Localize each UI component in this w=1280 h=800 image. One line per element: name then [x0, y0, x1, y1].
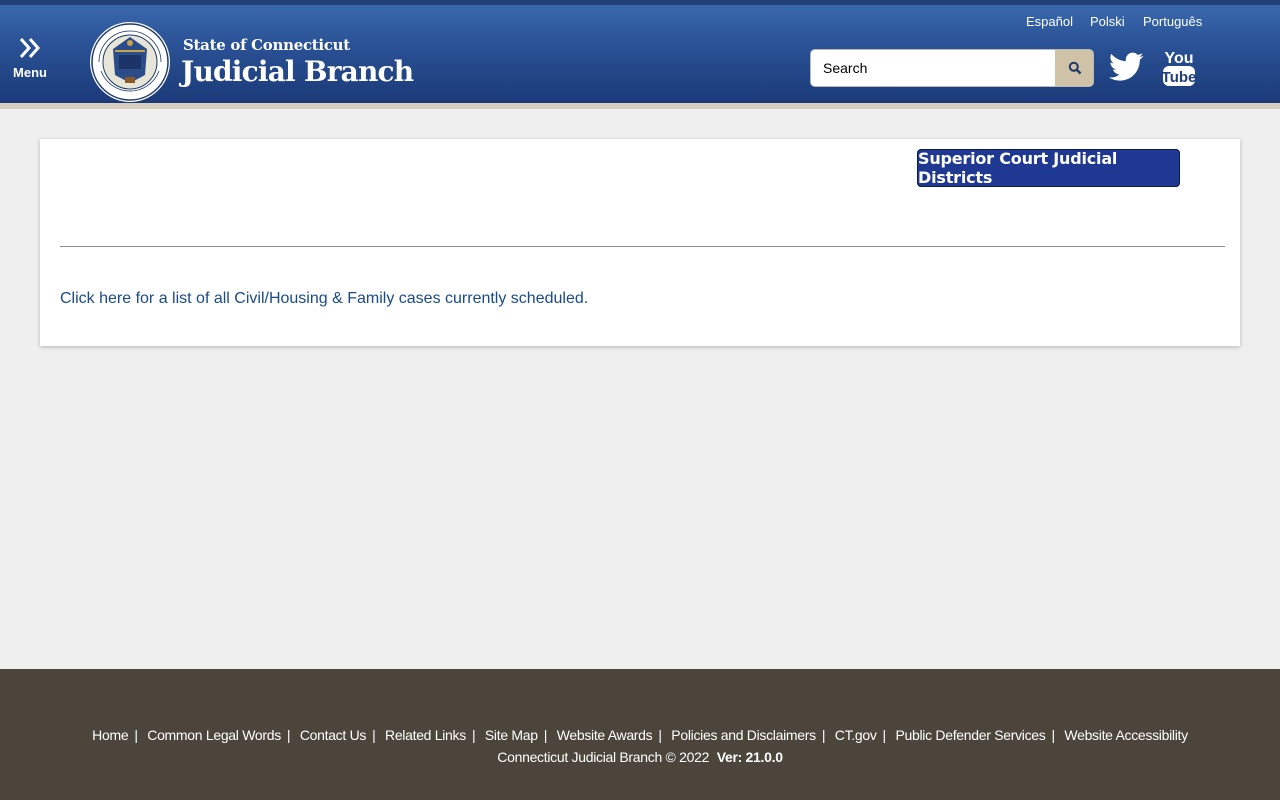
site-header: Menu State of Connecticut Judicial Branc…: [0, 0, 1280, 103]
footer-link-site-map[interactable]: Site Map: [485, 727, 538, 743]
language-link-polski[interactable]: Polski: [1090, 14, 1125, 29]
search-icon: [1068, 61, 1082, 75]
version-text: Ver: 21.0.0: [716, 749, 783, 765]
header-underline: [0, 103, 1280, 109]
search-button[interactable]: [1055, 50, 1093, 86]
twitter-icon[interactable]: [1109, 51, 1144, 83]
youtube-icon[interactable]: You Tube: [1162, 47, 1196, 87]
svg-text:You: You: [1164, 50, 1193, 67]
footer-links: Home | Common Legal Words | Contact Us | Re…: [92, 727, 1188, 743]
footer-link-common-legal-words[interactable]: Common Legal Words: [147, 727, 281, 743]
language-link-espanol[interactable]: Español: [1026, 14, 1073, 29]
footer-link-website-awards[interactable]: Website Awards: [557, 727, 653, 743]
menu-button[interactable]: Menu: [10, 35, 50, 90]
footer-link-contact-us[interactable]: Contact Us: [300, 727, 367, 743]
svg-text:Tube: Tube: [1162, 69, 1196, 86]
content-divider: [60, 246, 1225, 247]
footer-link-related-links[interactable]: Related Links: [385, 727, 466, 743]
footer-link-accessibility[interactable]: Website Accessibility: [1064, 727, 1188, 743]
footer-link-ct-gov[interactable]: CT.gov: [835, 727, 877, 743]
footer-link-public-defender[interactable]: Public Defender Services: [895, 727, 1045, 743]
superior-court-districts-button[interactable]: Superior Court Judicial Districts: [917, 149, 1180, 187]
copyright-text: Connecticut Judicial Branch © 2022: [497, 749, 710, 765]
content-card: Superior Court Judicial Districts Click …: [40, 139, 1240, 346]
brand-subtitle: State of Connecticut: [183, 36, 350, 54]
footer-copyright: Connecticut Judicial Branch © 2022 Ver: …: [0, 749, 1280, 765]
site-footer: Home | Common Legal Words | Contact Us | Re…: [0, 669, 1280, 800]
search-input[interactable]: [811, 50, 1055, 86]
language-link-portugues[interactable]: Português: [1143, 14, 1202, 29]
footer-link-policies[interactable]: Policies and Disclaimers: [671, 727, 816, 743]
judicial-seal-logo[interactable]: [89, 21, 171, 103]
footer-link-home[interactable]: Home: [92, 727, 128, 743]
brand-title[interactable]: Judicial Branch: [181, 55, 414, 88]
menu-label: Menu: [13, 65, 47, 80]
double-chevron-right-icon: [19, 38, 41, 58]
scheduled-cases-link[interactable]: Click here for a list of all Civil/Housi…: [60, 290, 588, 308]
search-box: [810, 49, 1094, 87]
